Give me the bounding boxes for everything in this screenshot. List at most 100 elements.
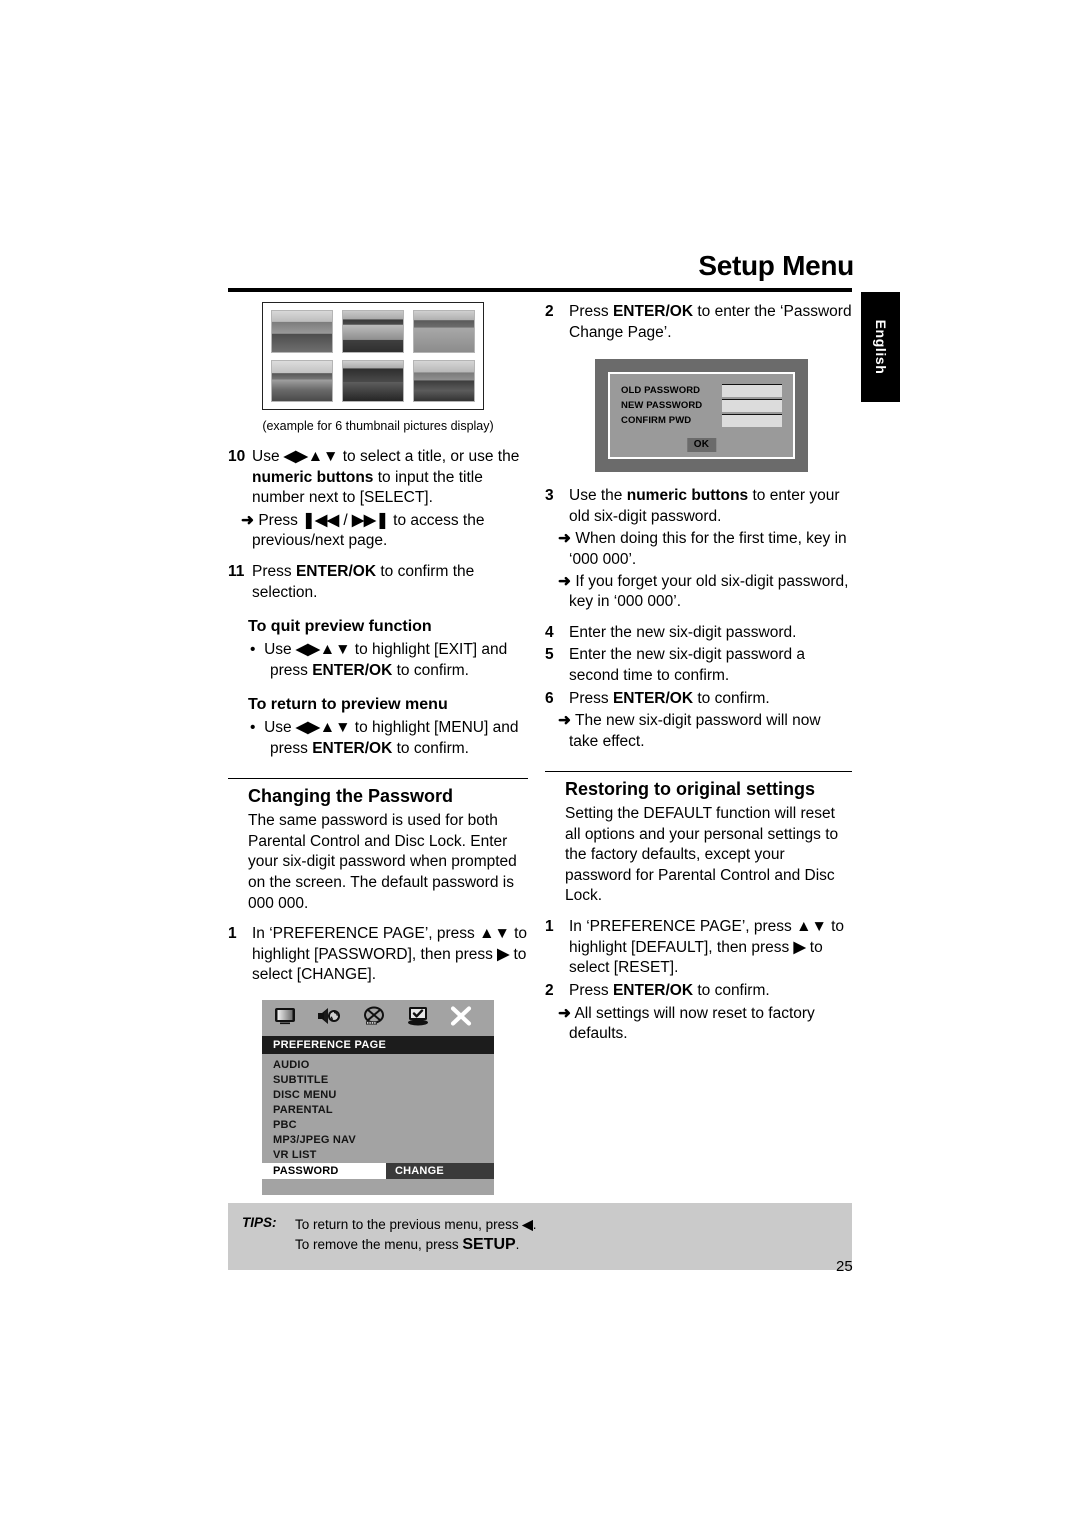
restoring-paragraph: Setting the DEFAULT function will reset … xyxy=(565,805,839,905)
step-3-body: Use the numeric buttons to enter your ol… xyxy=(569,486,852,527)
pref-item-mp3-jpeg-nav[interactable]: MP3/JPEG NAV xyxy=(262,1132,494,1147)
thumbnail-item xyxy=(413,359,475,402)
bullet-mark: • xyxy=(250,641,256,659)
pref-item-subtitle[interactable]: SUBTITLE xyxy=(262,1072,494,1087)
skip-back-icon: ❚◀◀ xyxy=(302,511,340,529)
pref-item-password[interactable]: PASSWORD CHANGE xyxy=(262,1163,494,1180)
changing-password-step-1: 1 In ‘PREFERENCE PAGE’, press ▲▼ to high… xyxy=(228,924,528,986)
pref-item-pbc[interactable]: PBC xyxy=(262,1117,494,1132)
step-2-number: 2 xyxy=(545,303,554,320)
return-text-c: to confirm. xyxy=(392,740,469,758)
manual-page: Setup Menu English (example for 6 thumbn… xyxy=(0,0,1080,1528)
video-disc-icon[interactable] xyxy=(362,1006,386,1031)
exit-close-icon[interactable] xyxy=(450,1005,472,1031)
preference-monitor-icon[interactable] xyxy=(406,1006,430,1031)
rs2-text-a: Press xyxy=(569,981,613,999)
preference-page-footer xyxy=(262,1179,494,1196)
pref-item-vr-list[interactable]: VR LIST xyxy=(262,1147,494,1162)
step-3-bold: numeric buttons xyxy=(626,487,749,505)
quit-preview-bullet: • Use ◀▶▲▼ to highlight [EXIT] and press… xyxy=(228,640,528,681)
tips-line-1-b: . xyxy=(532,1217,537,1232)
preference-page-osd: PREFERENCE PAGE AUDIO SUBTITLE DISC MENU… xyxy=(262,1000,494,1196)
ok-button[interactable]: OK xyxy=(686,438,717,453)
restoring-step-2-substep: ➜ All settings will now reset to factory… xyxy=(545,1004,852,1045)
pref-item-password-value[interactable]: CHANGE xyxy=(386,1163,494,1180)
step-6: 6 Press ENTER/OK to confirm. xyxy=(545,689,852,710)
pref-item-password-label: PASSWORD xyxy=(262,1163,386,1180)
tips-line-2-b: . xyxy=(515,1237,520,1253)
step-5-number: 5 xyxy=(545,646,554,664)
arrow-pad-icon: ◀▶▲▼ xyxy=(295,719,351,737)
language-tab-label: English xyxy=(872,319,889,375)
step-3-sub1-text: When doing this for the first time, key … xyxy=(569,530,847,569)
tips-setup-bold: SETUP xyxy=(462,1236,516,1254)
display-icon[interactable] xyxy=(274,1007,296,1030)
step-3-sub2-text: If you forget your old six-digit passwor… xyxy=(569,572,849,611)
old-password-field[interactable] xyxy=(721,383,782,397)
rs-step-2-body: Press ENTER/OK to confirm. xyxy=(569,981,852,1002)
step-10-text-a: Use xyxy=(252,448,284,465)
tips-line-1-a: To return to the previous menu, press xyxy=(295,1217,523,1232)
changing-password-section: Changing the Password The same password … xyxy=(228,777,528,986)
step-5: 5 Enter the new six-digit password a sec… xyxy=(545,645,852,686)
step-6-bold: ENTER/OK xyxy=(612,689,694,707)
step-2-text-a: Press xyxy=(569,303,613,320)
preference-icon-bar xyxy=(262,1000,494,1037)
step-11-text-a: Press xyxy=(252,563,296,581)
preference-page-header: PREFERENCE PAGE xyxy=(262,1036,494,1055)
old-password-row: OLD PASSWORD xyxy=(621,383,782,397)
return-bold: ENTER/OK xyxy=(312,740,393,758)
preference-item-list: AUDIO SUBTITLE DISC MENU PARENTAL PBC MP… xyxy=(262,1054,494,1180)
pref-item-disc-menu[interactable]: DISC MENU xyxy=(262,1087,494,1102)
step-4: 4 Enter the new six-digit password. xyxy=(545,623,852,644)
step-10-body: Use ◀▶▲▼ to select a title, or use the n… xyxy=(252,447,528,509)
return-preview-bullet: • Use ◀▶▲▼ to highlight [MENU] and press… xyxy=(228,718,528,759)
step-3-number: 3 xyxy=(545,487,554,505)
quit-text-a: Use xyxy=(264,641,296,659)
arrow-pad-icon: ◀▶▲▼ xyxy=(295,641,351,659)
rs2-sub1-text: All settings will now reset to factory d… xyxy=(569,1004,815,1043)
confirm-pwd-field[interactable] xyxy=(721,413,782,427)
cp-step-1-body: In ‘PREFERENCE PAGE’, press ▲▼ to highli… xyxy=(252,924,528,986)
substep-sep: / xyxy=(339,511,352,529)
audio-speaker-icon[interactable] xyxy=(316,1006,342,1031)
step-2-body: Press ENTER/OK to enter the ‘Password Ch… xyxy=(569,302,852,343)
step-11-body: Press ENTER/OK to confirm the selection. xyxy=(252,562,528,603)
confirm-pwd-label: CONFIRM PWD xyxy=(621,414,692,426)
step-3-text-a: Use the xyxy=(569,487,627,505)
return-preview-heading: To return to preview menu xyxy=(248,696,448,714)
step-10-bold: numeric buttons xyxy=(252,468,374,486)
arrow-right-bullet-icon: ➜ xyxy=(558,530,571,548)
step-6-text-a: Press xyxy=(569,689,613,707)
step-4-body: Enter the new six-digit password. xyxy=(569,623,797,641)
changing-password-title: Changing the Password xyxy=(248,786,454,807)
page-number: 25 xyxy=(836,1258,853,1275)
new-password-label: NEW PASSWORD xyxy=(621,399,703,411)
tips-lines: To return to the previous menu, press ◀.… xyxy=(295,1215,537,1257)
thumbnail-item xyxy=(271,310,333,353)
cp-step-1-number: 1 xyxy=(228,925,237,943)
new-password-field[interactable] xyxy=(721,398,782,412)
restoring-title: Restoring to original settings xyxy=(565,779,816,800)
left-steps: 10 Use ◀▶▲▼ to select a title, or use th… xyxy=(228,447,528,1196)
language-tab: English xyxy=(861,292,900,402)
pref-item-parental[interactable]: PARENTAL xyxy=(262,1102,494,1117)
arrow-right-bullet-icon: ➜ xyxy=(241,511,254,529)
step-10: 10 Use ◀▶▲▼ to select a title, or use th… xyxy=(228,447,528,509)
step-2: 2 Press ENTER/OK to enter the ‘Password … xyxy=(545,302,852,343)
arrow-updown-icon: ▲▼ xyxy=(796,918,827,936)
step-6-text-b: to confirm. xyxy=(693,689,770,707)
arrow-right-icon: ▶ xyxy=(793,938,806,956)
rs-text-a: In ‘PREFERENCE PAGE’, press xyxy=(569,918,797,936)
rs-step-1-body: In ‘PREFERENCE PAGE’, press ▲▼ to highli… xyxy=(569,917,852,979)
step-10-substep: ➜ Press ❚◀◀ / ▶▶❚ to access the previous… xyxy=(228,511,528,552)
step-11-number: 11 xyxy=(228,563,245,581)
arrow-updown-icon: ▲▼ xyxy=(479,925,510,943)
thumbnail-item xyxy=(413,310,475,353)
pref-item-audio[interactable]: AUDIO xyxy=(262,1057,494,1072)
cp-text-a: In ‘PREFERENCE PAGE’, press xyxy=(252,925,480,943)
step-6-body: Press ENTER/OK to confirm. xyxy=(569,689,852,710)
rs2-bold: ENTER/OK xyxy=(612,981,694,999)
step-2-bold: ENTER/OK xyxy=(612,303,694,320)
arrow-right-icon: ▶ xyxy=(497,945,510,963)
